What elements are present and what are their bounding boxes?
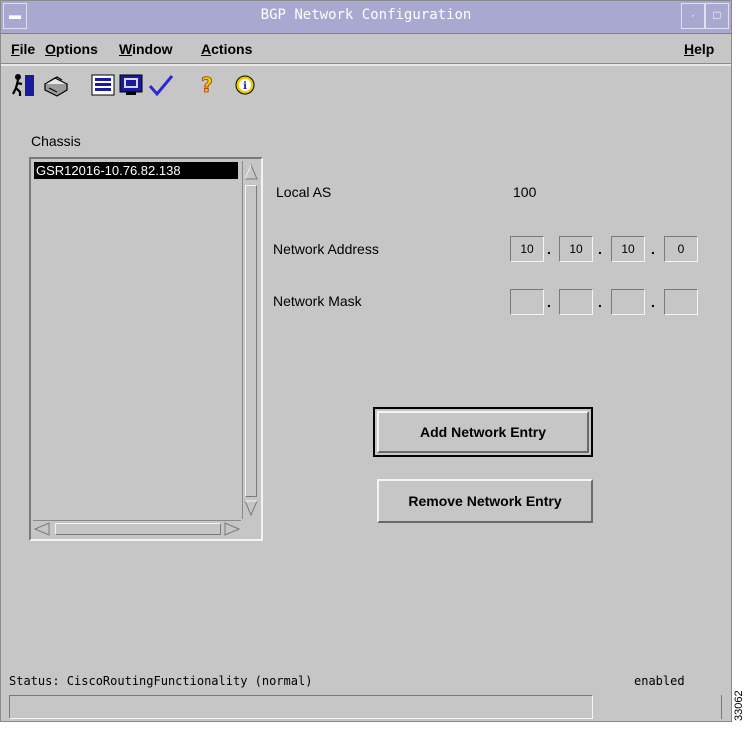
minimize-button[interactable]: ·: [681, 3, 705, 29]
help-question-icon: ?: [201, 73, 213, 98]
remove-network-entry-button[interactable]: Remove Network Entry: [377, 479, 593, 523]
network-address-octet-1[interactable]: 10: [510, 236, 544, 262]
exit-button[interactable]: [9, 71, 37, 99]
ip-dot-separator: .: [547, 294, 551, 310]
monitor-button[interactable]: [117, 71, 145, 99]
window-title: BGP Network Configuration: [260, 7, 472, 23]
network-address-input: 10 . 10 . 10 . 0: [510, 236, 700, 262]
info-icon: i: [235, 75, 255, 95]
menu-file[interactable]: File: [11, 41, 35, 57]
chassis-listbox[interactable]: GSR12016-10.76.82.138: [29, 157, 263, 541]
ip-dot-separator: .: [651, 241, 655, 257]
scroll-down-arrow-icon[interactable]: [243, 497, 259, 517]
menu-window-mnemonic: W: [119, 41, 133, 57]
status-text: Status: CiscoRoutingFunctionality (norma…: [9, 674, 313, 688]
network-mask-octet-3[interactable]: [611, 289, 645, 315]
local-as-label: Local AS: [276, 184, 332, 200]
status-message-field: [9, 695, 593, 719]
info-button[interactable]: i: [231, 71, 259, 99]
menu-bar: File Options Window Actions Help: [1, 35, 731, 63]
menu-help-label: elp: [694, 41, 715, 57]
maximize-button[interactable]: □: [705, 3, 729, 29]
menu-help-mnemonic: H: [684, 41, 695, 57]
network-mask-octet-1[interactable]: [510, 289, 544, 315]
maximize-icon: □: [713, 8, 721, 22]
title-bar[interactable]: ▬ BGP Network Configuration · □: [1, 1, 731, 34]
ip-dot-separator: .: [598, 241, 602, 257]
exit-icon: [12, 74, 34, 96]
ip-dot-separator: .: [598, 294, 602, 310]
scroll-right-arrow-icon[interactable]: [221, 521, 241, 537]
check-icon: [148, 75, 174, 97]
menu-options-mnemonic: O: [45, 41, 56, 57]
vertical-scrollbar[interactable]: [242, 161, 259, 519]
print-button[interactable]: [41, 71, 69, 99]
list-view-button[interactable]: [89, 71, 117, 99]
menubar-separator: [1, 63, 731, 66]
vertical-scroll-thumb[interactable]: [245, 185, 257, 497]
chassis-list-item[interactable]: GSR12016-10.76.82.138: [34, 162, 238, 179]
horizontal-scrollbar[interactable]: [33, 520, 241, 537]
menu-actions[interactable]: Actions: [201, 41, 252, 57]
menu-window[interactable]: Window: [119, 41, 173, 57]
svg-text:?: ?: [201, 73, 213, 97]
network-mask-label: Network Mask: [273, 293, 362, 309]
print-icon: [43, 76, 69, 97]
ip-dot-separator: .: [651, 294, 655, 310]
network-address-octet-3[interactable]: 10: [611, 236, 645, 262]
check-button[interactable]: [147, 71, 175, 99]
local-as-value: 100: [513, 184, 537, 200]
toolbar: ? i: [1, 67, 731, 107]
menu-window-label: indow: [132, 41, 173, 57]
menu-options[interactable]: Options: [45, 41, 98, 57]
menu-help[interactable]: Help: [684, 41, 714, 57]
status-state: enabled: [634, 674, 685, 688]
chassis-label: Chassis: [31, 133, 81, 149]
list-icon: [91, 74, 115, 96]
help-button[interactable]: ?: [193, 71, 221, 99]
add-network-entry-button[interactable]: Add Network Entry: [377, 411, 589, 453]
menu-options-label: ptions: [55, 41, 98, 57]
network-address-label: Network Address: [273, 241, 379, 257]
status-divider: [721, 695, 724, 719]
scroll-up-arrow-icon[interactable]: [243, 163, 259, 183]
figure-code: 33062: [733, 690, 745, 722]
horizontal-scroll-thumb[interactable]: [55, 523, 221, 535]
scroll-left-arrow-icon[interactable]: [33, 521, 53, 537]
menu-actions-mnemonic: A: [201, 41, 212, 57]
monitor-icon: [119, 74, 143, 95]
bgp-config-window: ▬ BGP Network Configuration · □ File Opt…: [0, 0, 732, 722]
menu-file-mnemonic: F: [11, 41, 20, 57]
network-address-octet-4[interactable]: 0: [664, 236, 698, 262]
menu-file-label: ile: [19, 41, 36, 57]
network-mask-octet-2[interactable]: [559, 289, 593, 315]
minimize-icon: ·: [691, 8, 695, 22]
network-address-octet-2[interactable]: 10: [559, 236, 593, 262]
ip-dot-separator: .: [547, 241, 551, 257]
network-mask-input: . . .: [510, 289, 700, 315]
network-mask-octet-4[interactable]: [664, 289, 698, 315]
menu-actions-label: ctions: [211, 41, 253, 57]
svg-text:i: i: [243, 81, 247, 92]
